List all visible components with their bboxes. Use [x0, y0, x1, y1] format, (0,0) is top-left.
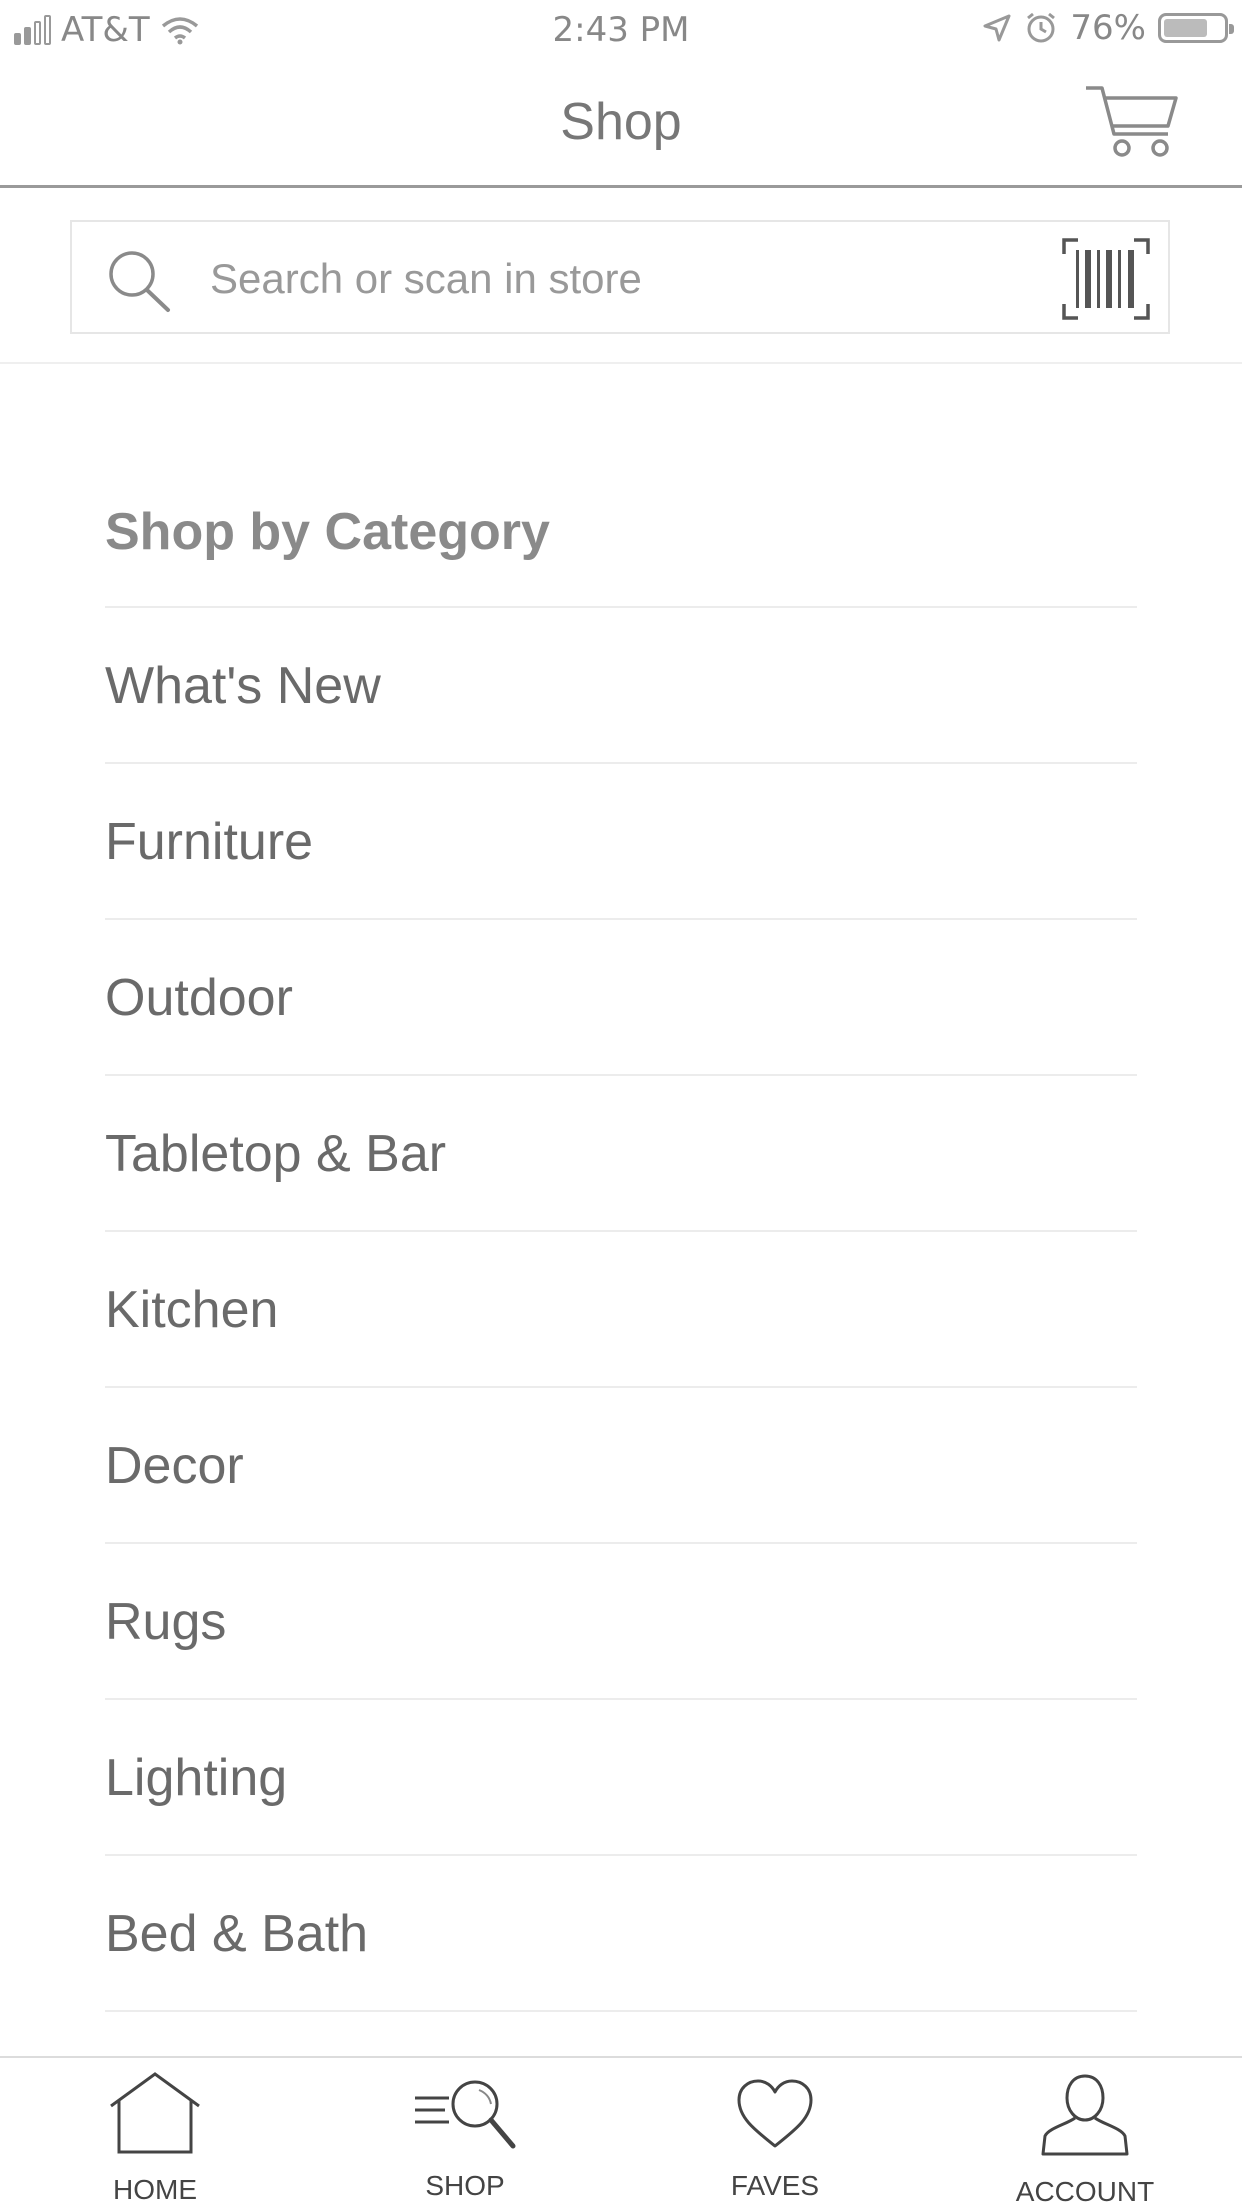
category-list: Shop by Category What's New Furniture Ou… [105, 470, 1137, 2012]
shopping-cart-icon [1086, 86, 1178, 157]
status-right: 76% [982, 8, 1234, 48]
tab-home-label: HOME [113, 2174, 197, 2205]
tab-faves[interactable]: FAVES [690, 2058, 860, 2208]
alarm-icon [1027, 12, 1056, 43]
navigation-bar: Shop [0, 62, 1242, 188]
category-item-whats-new[interactable]: What's New [105, 608, 1137, 764]
category-item-rugs[interactable]: Rugs [105, 1544, 1137, 1700]
battery-icon [1158, 13, 1234, 43]
status-bar: AT&T 2:43 PM 76% [0, 0, 1242, 62]
shop-search-icon [415, 2080, 516, 2149]
category-item-bed-bath[interactable]: Bed & Bath [105, 1856, 1137, 2012]
section-title: Shop by Category [105, 470, 1137, 608]
category-item-furniture[interactable]: Furniture [105, 764, 1137, 920]
tab-faves-label: FAVES [730, 2170, 820, 2201]
search-input[interactable] [208, 246, 1012, 312]
battery-level-fill [1164, 19, 1207, 37]
shop-screen: AT&T 2:43 PM 76% Shop Search or scan in … [0, 0, 1242, 2208]
search-area [0, 188, 1242, 364]
tab-account[interactable]: ACCOUNT [1000, 2058, 1170, 2208]
page-title: Shop [560, 93, 682, 151]
tab-shop[interactable]: SHOP [380, 2058, 550, 2208]
search-box[interactable] [70, 220, 1170, 334]
home-icon [110, 2072, 200, 2154]
heart-icon [737, 2079, 813, 2148]
barcode-scan-icon[interactable] [1060, 236, 1152, 322]
location-arrow-icon [983, 14, 1011, 42]
category-item-decor[interactable]: Decor [105, 1388, 1137, 1544]
battery-percent: 76% [1070, 8, 1146, 48]
tab-bar: HOME SHOP FAVES ACCOUNT [0, 2056, 1242, 2208]
category-item-kitchen[interactable]: Kitchen [105, 1232, 1137, 1388]
category-item-tabletop-bar[interactable]: Tabletop & Bar [105, 1076, 1137, 1232]
person-icon [1041, 2074, 1129, 2156]
cart-button[interactable] [1082, 82, 1182, 162]
tab-shop-label: SHOP [425, 2170, 505, 2201]
category-item-lighting[interactable]: Lighting [105, 1700, 1137, 1856]
search-icon [109, 251, 170, 312]
category-item-outdoor[interactable]: Outdoor [105, 920, 1137, 1076]
tab-home[interactable]: HOME [70, 2058, 240, 2208]
tab-account-label: ACCOUNT [1015, 2176, 1155, 2207]
